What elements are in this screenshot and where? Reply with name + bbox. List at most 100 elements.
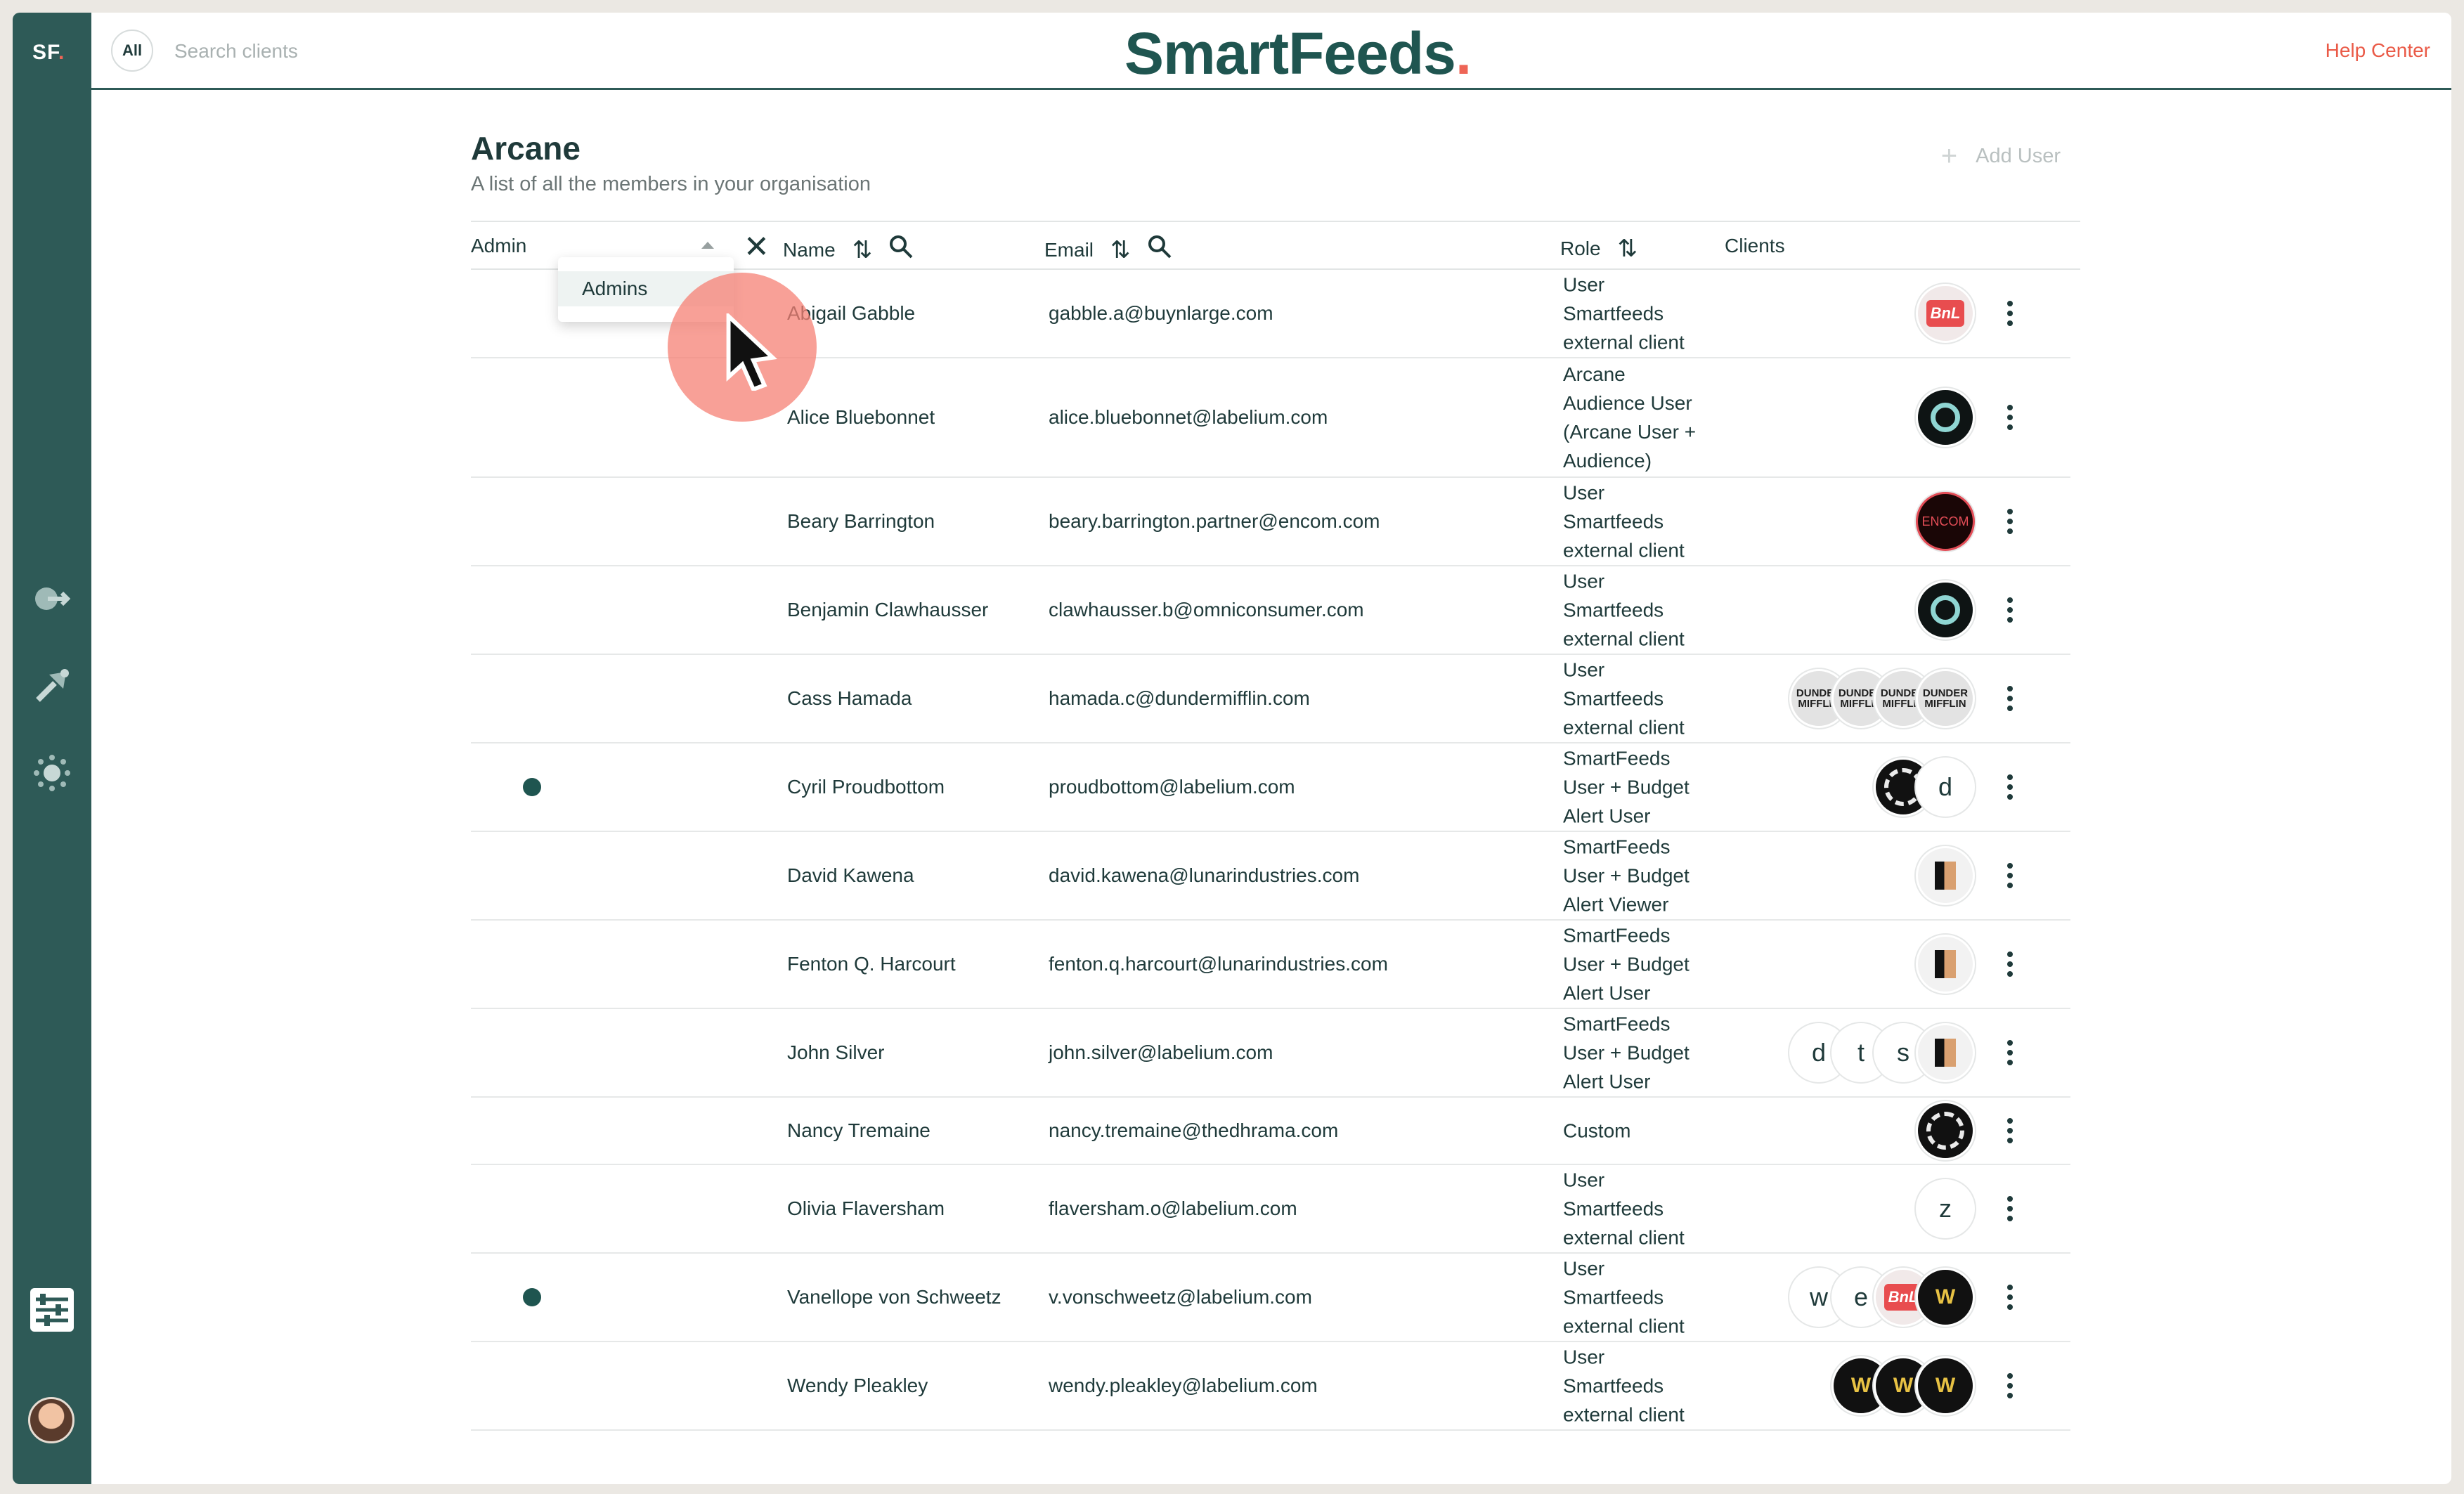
member-email: v.vonschweetz@labelium.com [1049, 1286, 1312, 1308]
adjustments-icon[interactable] [27, 1285, 77, 1335]
omniconsumer-logo-icon[interactable] [1916, 580, 1975, 639]
member-role: User Smartfeeds external client [1563, 481, 1685, 561]
member-email: flaversham.o@labelium.com [1049, 1197, 1297, 1219]
client-initial-avatar[interactable]: d [1916, 758, 1975, 817]
member-email: fenton.q.harcourt@lunarindustries.com [1049, 953, 1388, 975]
client-avatars: WWW [1831, 1356, 1975, 1415]
lunar-industries-logo-icon[interactable] [1916, 1023, 1975, 1082]
sort-icon[interactable]: ⇅ [1110, 236, 1131, 264]
member-email: clawhausser.b@omniconsumer.com [1049, 599, 1364, 621]
table-row[interactable]: David Kawena david.kawena@lunarindustries… [471, 832, 2070, 921]
weyland-yutani-logo-icon[interactable]: W [1916, 1356, 1975, 1415]
client-avatars: std [1789, 1023, 1975, 1082]
logo-text: SF [32, 41, 59, 64]
add-user-label: Add User [1976, 145, 2061, 167]
app-logo[interactable]: SF. [32, 41, 65, 65]
member-email: nancy.tremaine@thedhrama.com [1049, 1119, 1339, 1141]
member-role: Arcane Audience User (Arcane User + Audi… [1563, 363, 1697, 472]
table-row[interactable]: Cyril Proudbottom proudbottom@labelium.co… [471, 743, 2070, 832]
table-row[interactable]: Beary Barrington beary.barrington.partner… [471, 478, 2070, 566]
settings-gear-icon[interactable] [32, 753, 72, 793]
row-menu-icon[interactable] [2003, 597, 2017, 623]
member-role: SmartFeeds User + Budget Alert Viewer [1563, 836, 1690, 916]
all-clients-toggle[interactable]: All [111, 30, 153, 72]
table-row[interactable]: John Silver john.silver@labelium.com Smart… [471, 1009, 2070, 1098]
encom-logo-icon[interactable]: ENCOM [1916, 492, 1975, 551]
dunder-mifflin-logo-icon[interactable]: DUNDER MIFFLIN [1916, 669, 1975, 728]
mouse-cursor-icon [726, 313, 777, 391]
app-window: SF. All SmartFeeds. Help Center Arcane A… [13, 13, 2451, 1484]
client-avatars: W BnL e w [1789, 1268, 1975, 1327]
dharma-logo-icon[interactable] [1916, 1101, 1975, 1160]
member-role: SmartFeeds User + Budget Alert User [1563, 1013, 1690, 1093]
member-role: User Smartfeeds external client [1563, 1346, 1685, 1426]
row-menu-icon[interactable] [2003, 301, 2017, 326]
row-menu-icon[interactable] [2003, 686, 2017, 711]
client-avatars: BnL [1916, 284, 1975, 343]
table-row[interactable]: Nancy Tremaine nancy.tremaine@thedhrama.c… [471, 1098, 2070, 1165]
add-user-button[interactable]: + Add User [1941, 141, 2061, 172]
member-email: beary.barrington.partner@encom.com [1049, 510, 1380, 532]
lunar-industries-logo-icon[interactable] [1916, 846, 1975, 905]
exit-icon[interactable] [32, 579, 72, 618]
row-menu-icon[interactable] [2003, 1285, 2017, 1310]
row-menu-icon[interactable] [2003, 1040, 2017, 1065]
client-avatars [1916, 580, 1975, 639]
clients-header-label: Clients [1725, 235, 1785, 256]
member-email: hamada.c@dundermifflin.com [1049, 687, 1310, 709]
table-row[interactable]: Fenton Q. Harcourt fenton.q.harcourt@luna… [471, 921, 2070, 1009]
member-role: Custom [1563, 1119, 1631, 1142]
role-column-header: Role ⇅ [1560, 235, 1638, 263]
help-center-link[interactable]: Help Center [2326, 39, 2430, 62]
top-bar: All SmartFeeds. Help Center [91, 13, 2451, 90]
member-name: John Silver [787, 1041, 885, 1063]
table-row[interactable]: Wendy Pleakley wendy.pleakley@labelium.co… [471, 1342, 2070, 1431]
member-name: Nancy Tremaine [787, 1119, 931, 1141]
row-menu-icon[interactable] [2003, 951, 2017, 977]
email-header-label: Email [1044, 238, 1094, 261]
table-row[interactable]: Vanellope von Schweetz v.vonschweetz@labe… [471, 1254, 2070, 1342]
table-row[interactable]: Cass Hamada hamada.c@dundermifflin.com Use… [471, 655, 2070, 743]
row-menu-icon[interactable] [2003, 1373, 2017, 1398]
buynlarge-logo-icon[interactable]: BnL [1916, 284, 1975, 343]
caret-up-icon[interactable] [701, 242, 714, 249]
table-row[interactable]: Benjamin Clawhausser clawhausser.b@omnico… [471, 566, 2070, 655]
email-column-header: Email ⇅ [1044, 235, 1172, 265]
member-email: wendy.pleakley@labelium.com [1049, 1375, 1318, 1396]
search-icon[interactable] [1148, 235, 1172, 265]
member-role: User Smartfeeds external client [1563, 1169, 1685, 1249]
row-menu-icon[interactable] [2003, 1118, 2017, 1143]
row-menu-icon[interactable] [2003, 863, 2017, 888]
client-avatars: DUNDER MIFFLIN DUNDER MIFFLIN DUNDER MIFFL… [1789, 669, 1975, 728]
member-email: alice.bluebonnet@labelium.com [1049, 406, 1328, 428]
brand-dot: . [1455, 20, 1472, 86]
user-avatar[interactable] [28, 1397, 74, 1443]
row-menu-icon[interactable] [2003, 509, 2017, 534]
sidebar: SF. [13, 13, 91, 1484]
clients-column-header: Clients [1725, 235, 1785, 257]
member-name: Cass Hamada [787, 687, 912, 709]
member-role: User Smartfeeds external client [1563, 658, 1685, 739]
clear-filter-icon[interactable]: ✕ [744, 229, 770, 265]
omniconsumer-logo-icon[interactable] [1916, 388, 1975, 447]
lunar-industries-logo-icon[interactable] [1916, 935, 1975, 994]
table-row[interactable]: Olivia Flaversham flaversham.o@labelium.c… [471, 1165, 2070, 1254]
client-initial-avatar[interactable]: z [1916, 1179, 1975, 1238]
sort-icon[interactable]: ⇅ [1618, 235, 1638, 263]
search-clients-input[interactable] [174, 34, 596, 69]
member-name: Cyril Proudbottom [787, 776, 945, 798]
sort-icon[interactable]: ⇅ [852, 236, 873, 264]
search-icon[interactable] [889, 235, 913, 265]
client-avatars: d [1874, 758, 1975, 817]
client-avatars: ENCOM [1916, 492, 1975, 551]
page-subtitle: A list of all the members in your organi… [471, 173, 871, 195]
brand-text: SmartFeeds [1124, 20, 1456, 86]
name-column-header: Name ⇅ [783, 235, 913, 265]
row-menu-icon[interactable] [2003, 1196, 2017, 1221]
name-header-label: Name [783, 238, 836, 261]
row-menu-icon[interactable] [2003, 774, 2017, 800]
admin-column-filter[interactable]: Admin [471, 235, 526, 257]
weyland-yutani-logo-icon[interactable]: W [1916, 1268, 1975, 1327]
paper-plane-icon[interactable] [32, 666, 72, 706]
row-menu-icon[interactable] [2003, 405, 2017, 430]
